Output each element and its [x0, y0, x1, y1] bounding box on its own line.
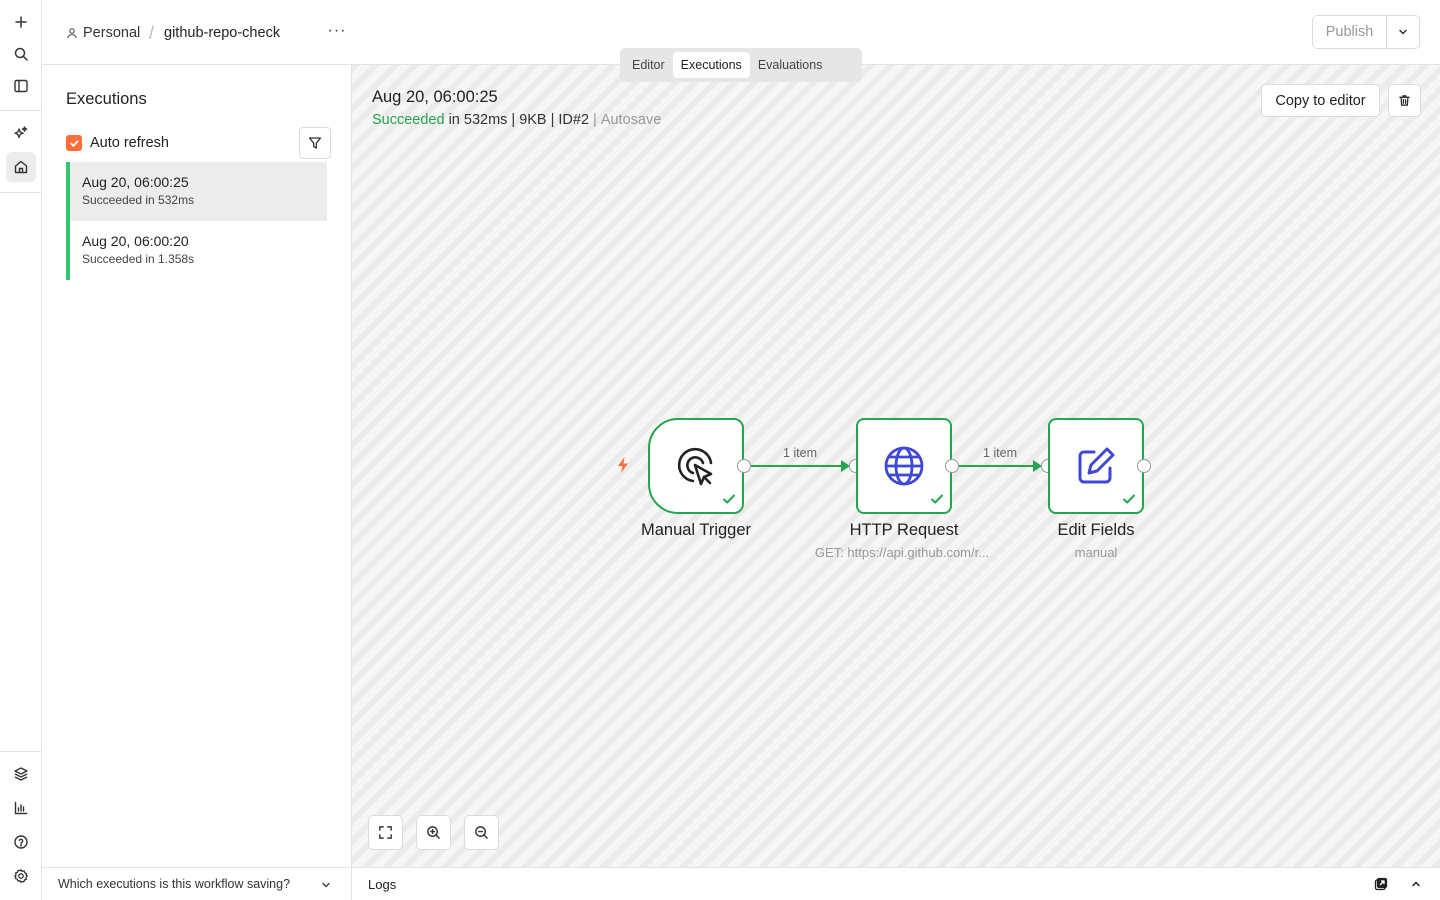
auto-refresh-label: Auto refresh	[90, 135, 169, 151]
fit-view-button[interactable]	[368, 815, 403, 850]
globe-icon	[884, 446, 924, 486]
execution-list-item[interactable]: Aug 20, 06:00:20 Succeeded in 1.358s	[66, 221, 327, 280]
saved-executions-label: Which executions is this workflow saving…	[58, 877, 291, 891]
connection-item-count: 1 item	[982, 446, 1018, 460]
execution-status-word: Succeeded	[372, 112, 445, 128]
node-subtitle: manual	[1074, 545, 1118, 560]
pop-out-icon[interactable]	[1374, 877, 1388, 891]
execution-date: Aug 20, 06:00:25	[82, 174, 189, 190]
zoom-in-icon	[427, 826, 440, 839]
help-icon[interactable]	[6, 827, 36, 857]
copy-to-editor-button[interactable]: Copy to editor	[1261, 84, 1380, 117]
connection-line[interactable]	[751, 465, 843, 467]
sidebar-toggle-icon[interactable]	[6, 71, 36, 101]
delete-execution-button[interactable]	[1388, 84, 1421, 117]
node-label: Manual Trigger	[640, 521, 752, 539]
output-port[interactable]	[1137, 459, 1151, 473]
publish-button-group: Publish	[1312, 15, 1420, 49]
success-check-icon	[931, 494, 943, 504]
connection-item-count: 1 item	[782, 446, 818, 460]
execution-title: Aug 20, 06:00:25	[372, 88, 498, 106]
lightning-bolt-icon	[618, 457, 628, 473]
home-icon[interactable]	[6, 152, 36, 182]
workflow-canvas[interactable]: Aug 20, 06:00:25 Succeeded in 532ms | 9K…	[352, 65, 1440, 867]
chevron-down-icon	[322, 882, 330, 888]
executions-sidebar: Executions Auto refresh Aug 20, 06:00:25…	[42, 65, 352, 867]
success-check-icon	[1123, 494, 1135, 504]
success-check-icon	[723, 494, 735, 504]
execution-id: ID#2	[558, 112, 590, 128]
tab-evaluations[interactable]: Evaluations	[750, 52, 831, 78]
filter-icon	[308, 137, 322, 149]
rail-divider	[0, 192, 41, 193]
node-label: HTTP Request	[849, 521, 959, 539]
logs-panel-bar[interactable]: Logs	[352, 867, 1440, 900]
view-tabs: Editor Executions Evaluations	[620, 48, 862, 82]
node-edit-fields[interactable]	[1048, 418, 1144, 514]
tab-editor[interactable]: Editor	[624, 52, 673, 78]
node-manual-trigger[interactable]	[648, 418, 744, 514]
output-port[interactable]	[737, 459, 751, 473]
filter-button[interactable]	[299, 127, 331, 159]
execution-size: 9KB	[519, 112, 547, 128]
publish-button[interactable]: Publish	[1313, 16, 1387, 48]
executions-title: Executions	[66, 90, 147, 108]
breadcrumb-project-label: Personal	[83, 25, 141, 41]
chevron-up-icon[interactable]	[1410, 878, 1422, 890]
pen-square-icon	[1078, 447, 1115, 484]
check-icon	[69, 139, 79, 147]
zoom-out-icon	[475, 826, 488, 839]
cursor-click-icon	[677, 447, 713, 486]
rail-divider	[0, 110, 41, 111]
rail-divider	[0, 751, 41, 752]
more-options-button[interactable]: ···	[326, 20, 348, 42]
output-port[interactable]	[945, 459, 959, 473]
saved-executions-info[interactable]: Which executions is this workflow saving…	[42, 867, 352, 900]
execution-duration: in 532ms	[448, 112, 508, 128]
fit-view-icon	[379, 826, 392, 839]
chevron-down-icon	[1399, 29, 1407, 35]
tab-executions[interactable]: Executions	[672, 52, 750, 78]
execution-meta: Succeeded in 532ms | 9KB | ID#2 | Autosa…	[372, 112, 661, 128]
node-label: Edit Fields	[1057, 521, 1135, 539]
workflow-name[interactable]: github-repo-check	[164, 23, 280, 43]
trash-icon	[1399, 95, 1410, 106]
node-subtitle: GET: https://api.github.com/r...	[814, 545, 990, 560]
connection-line[interactable]	[959, 465, 1035, 467]
execution-status: Succeeded in 1.358s	[82, 252, 195, 266]
plus-icon[interactable]	[6, 7, 36, 37]
templates-icon[interactable]	[6, 759, 36, 789]
execution-list-item[interactable]: Aug 20, 06:00:25 Succeeded in 532ms	[66, 162, 327, 221]
execution-mode: Autosave	[600, 112, 662, 128]
main-nav-rail	[0, 0, 42, 900]
breadcrumb-project[interactable]: Personal	[66, 23, 140, 43]
search-icon[interactable]	[6, 39, 36, 69]
meta-separator: |	[511, 112, 516, 128]
breadcrumb-separator: /	[149, 22, 155, 43]
user-icon	[67, 28, 77, 39]
logs-label: Logs	[368, 877, 397, 892]
auto-refresh-checkbox[interactable]	[66, 135, 82, 151]
execution-date: Aug 20, 06:00:20	[82, 233, 189, 249]
node-http-request[interactable]	[856, 418, 952, 514]
zoom-in-button[interactable]	[416, 815, 451, 850]
auto-refresh-toggle[interactable]: Auto refresh	[66, 134, 169, 152]
meta-separator: |	[550, 112, 555, 128]
sparkles-icon[interactable]	[6, 118, 36, 148]
zoom-out-button[interactable]	[464, 815, 499, 850]
execution-status: Succeeded in 532ms	[82, 193, 195, 207]
meta-separator: |	[593, 112, 597, 128]
settings-icon[interactable]	[6, 861, 36, 891]
insights-icon[interactable]	[6, 793, 36, 823]
publish-menu-button[interactable]	[1387, 16, 1419, 48]
